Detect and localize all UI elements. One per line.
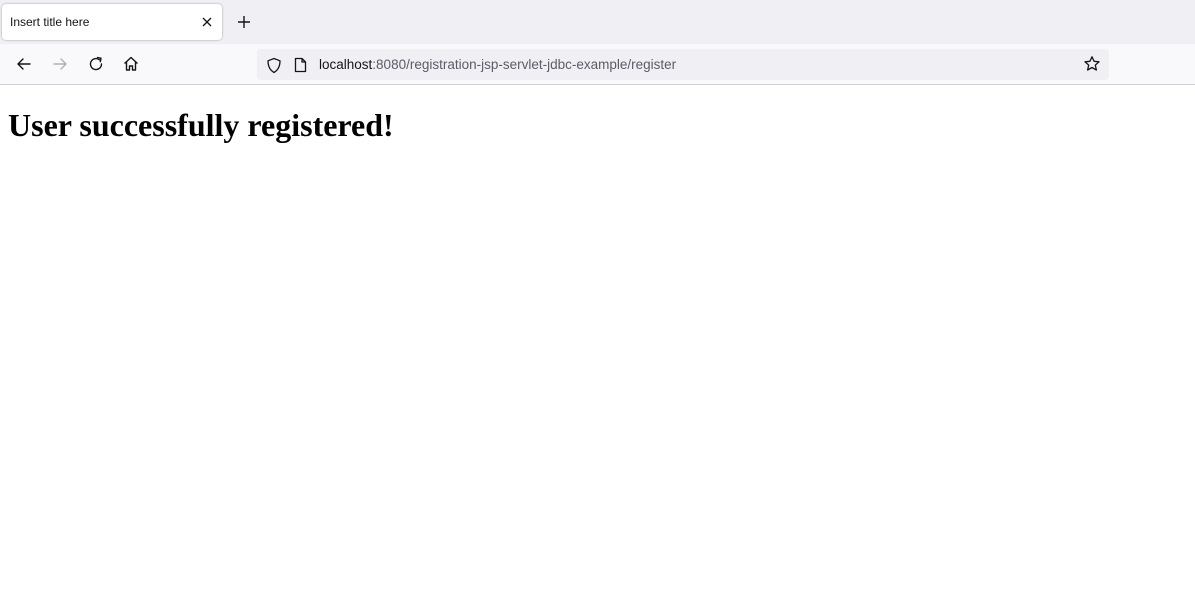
plus-icon[interactable] [234, 12, 254, 32]
browser-tab[interactable]: Insert title here [2, 4, 222, 40]
arrow-left-icon[interactable] [14, 54, 34, 74]
reload-icon[interactable] [86, 54, 106, 74]
close-icon[interactable] [199, 14, 215, 30]
home-icon[interactable] [121, 54, 141, 74]
page-content: User successfully registered! [0, 85, 1195, 593]
tab-title: Insert title here [10, 15, 90, 29]
address-bar[interactable]: localhost:8080/registration-jsp-servlet-… [257, 49, 1109, 80]
url-text[interactable]: localhost:8080/registration-jsp-servlet-… [319, 57, 676, 72]
star-icon[interactable] [1083, 55, 1101, 73]
tab-strip: Insert title here [0, 0, 1195, 44]
page-icon[interactable] [292, 56, 308, 74]
arrow-right-icon[interactable] [50, 54, 70, 74]
url-host: localhost [319, 57, 373, 72]
navigation-toolbar: localhost:8080/registration-jsp-servlet-… [0, 44, 1195, 85]
url-path: :8080/registration-jsp-servlet-jdbc-exam… [372, 57, 677, 72]
page-heading: User successfully registered! [8, 107, 394, 143]
shield-icon[interactable] [265, 56, 283, 74]
